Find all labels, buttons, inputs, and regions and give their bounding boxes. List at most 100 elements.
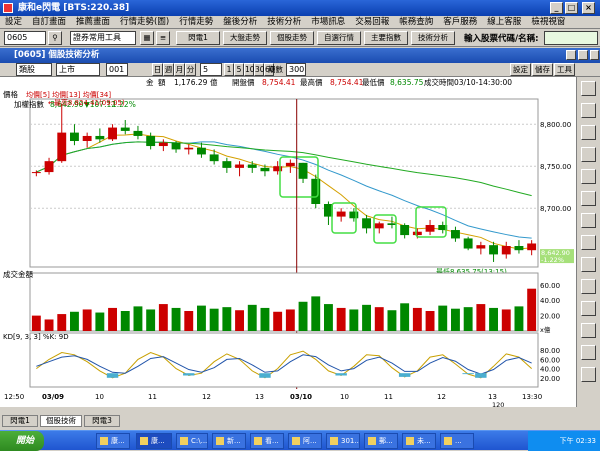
menu-item-7[interactable]: 市場訊息 [306,16,350,29]
task-1[interactable]: 康... [96,433,130,449]
volume-bar [514,306,524,331]
xaxis-label: 03/09 [42,393,64,401]
task-5[interactable]: 看... [250,433,284,449]
side-tool-icon-8[interactable] [581,257,596,272]
doc-maximize-button[interactable] [578,50,588,60]
tool-icon[interactable]: ▦ [140,31,154,45]
xaxis-label: 12:50 [4,393,24,401]
right-toolbar [576,77,600,407]
candle-body [412,231,422,236]
type-select[interactable]: 類股 [16,63,52,76]
toolbar-button-4[interactable]: 主要指數 [364,31,408,45]
search-label: 輸入股票代碼/名稱: [464,34,539,44]
tab-flash1[interactable]: 閃電1 [2,415,38,427]
task-10[interactable]: ... [440,433,474,449]
option-right-button-2[interactable]: 工具 [554,63,575,76]
period-button-3[interactable]: 分 [185,63,196,76]
candle-body [400,225,410,236]
menu-item-2[interactable]: 推薦畫面 [71,16,115,29]
candle-body [476,245,486,249]
period-input[interactable]: 300 [286,63,306,76]
doc-close-button[interactable] [590,50,599,60]
toolbar-button-3[interactable]: 自選行情 [317,31,361,45]
side-tool-icon-2[interactable] [581,125,596,140]
side-tool-icon-5[interactable] [581,191,596,206]
task-9[interactable]: 未... [402,433,436,449]
maximize-button[interactable]: □ [565,2,578,14]
task-7[interactable]: 301... [326,433,360,449]
minutes-select[interactable]: 5 [200,63,222,76]
doc-minimize-button[interactable] [566,50,576,60]
step-button-0[interactable]: 1 [224,63,234,76]
kd-oversold-fill [462,373,474,375]
task-3[interactable]: C:\... [176,433,208,449]
side-tool-icon-7[interactable] [581,235,596,250]
xaxis-label: 13 [255,393,264,401]
tab-flash3[interactable]: 閃電3 [84,415,120,427]
side-tool-icon-11[interactable] [581,323,596,338]
start-button[interactable]: 開始 [0,431,44,451]
period-button-1[interactable]: 週 [163,63,174,76]
period-button-2[interactable]: 月 [174,63,185,76]
close-button[interactable]: × [582,2,595,14]
price-ytick: 8,800.00 [540,121,571,129]
menu-item-0[interactable]: 設定 [0,16,27,29]
period-button-0[interactable]: 日 [152,63,163,76]
menu-item-9[interactable]: 帳務查詢 [394,16,438,29]
toolbar-button-1[interactable]: 大盤走勢 [223,31,267,45]
candle-body [451,230,460,239]
menu-item-3[interactable]: 行情走勢(圖) [115,16,174,29]
high-label: 最高價 [300,78,323,87]
menu-item-1[interactable]: 自訂畫面 [27,16,71,29]
candle-body [120,127,130,131]
menu-item-5[interactable]: 盤後分析 [218,16,262,29]
toolbar-button-0[interactable]: 閃電1 [176,31,220,45]
step-button-3[interactable]: 30 [254,63,265,76]
menu-item-12[interactable]: 檢視視窗 [526,16,570,29]
grid-icon[interactable]: ≡ [156,31,170,45]
candle-body [222,161,232,168]
side-tool-icon-4[interactable] [581,169,596,184]
side-tool-icon-1[interactable] [581,103,596,118]
side-tool-icon-0[interactable] [581,81,596,96]
task-6[interactable]: 阿... [288,433,322,449]
search-icon[interactable]: ⚲ [48,31,62,45]
market-select[interactable]: 上市 [56,63,100,76]
menu-item-8[interactable]: 交易回報 [350,16,394,29]
stock-search-input[interactable] [544,31,598,45]
xaxis-label: 12 [202,393,211,401]
code-select[interactable]: 001 [106,63,128,76]
option-right-button-1[interactable]: 儲存 [532,63,553,76]
side-tool-icon-12[interactable] [581,345,596,360]
side-tool-icon-13[interactable] [581,367,596,382]
menu-item-11[interactable]: 線上客服 [482,16,526,29]
side-tool-icon-3[interactable] [581,147,596,162]
menu-item-6[interactable]: 技術分析 [262,16,306,29]
side-tool-icon-10[interactable] [581,301,596,316]
step-button-1[interactable]: 5 [234,63,244,76]
volume-bar [120,311,130,331]
tool-select[interactable]: 證券常用工具 [70,31,136,45]
toolbar-button-2[interactable]: 個股走勢 [270,31,314,45]
minimize-button[interactable]: _ [550,2,563,14]
option-right-button-0[interactable]: 設定 [510,63,531,76]
menu-item-4[interactable]: 行情走勢 [174,16,218,29]
time-value: 03/10-14:30:00 [454,78,513,87]
chart-area[interactable]: 8,800.00 8,750.00 8,700.00 價格 均價[5] 均價[13] 均… [0,89,600,409]
volume-bar [260,307,270,331]
toolbar-button-5[interactable]: 技術分析 [411,31,455,45]
side-tool-icon-9[interactable] [581,279,596,294]
volume-bar [285,309,295,331]
tab-technical[interactable]: 個股技術 [40,415,82,427]
menu-item-10[interactable]: 客戶服務 [438,16,482,29]
task-8[interactable]: 郵... [364,433,398,449]
volume-bar [31,315,41,331]
step-button-2[interactable]: 10 [244,63,255,76]
task-4[interactable]: 新... [212,433,246,449]
task-2[interactable]: 康... [136,433,172,449]
volume-bar [235,310,244,331]
candle-body [247,164,257,168]
stock-code-input[interactable]: 0605 [4,31,46,45]
technical-chart[interactable]: 8,800.00 8,750.00 8,700.00 價格 均價[5] 均價[13] 均… [0,89,576,409]
side-tool-icon-6[interactable] [581,213,596,228]
